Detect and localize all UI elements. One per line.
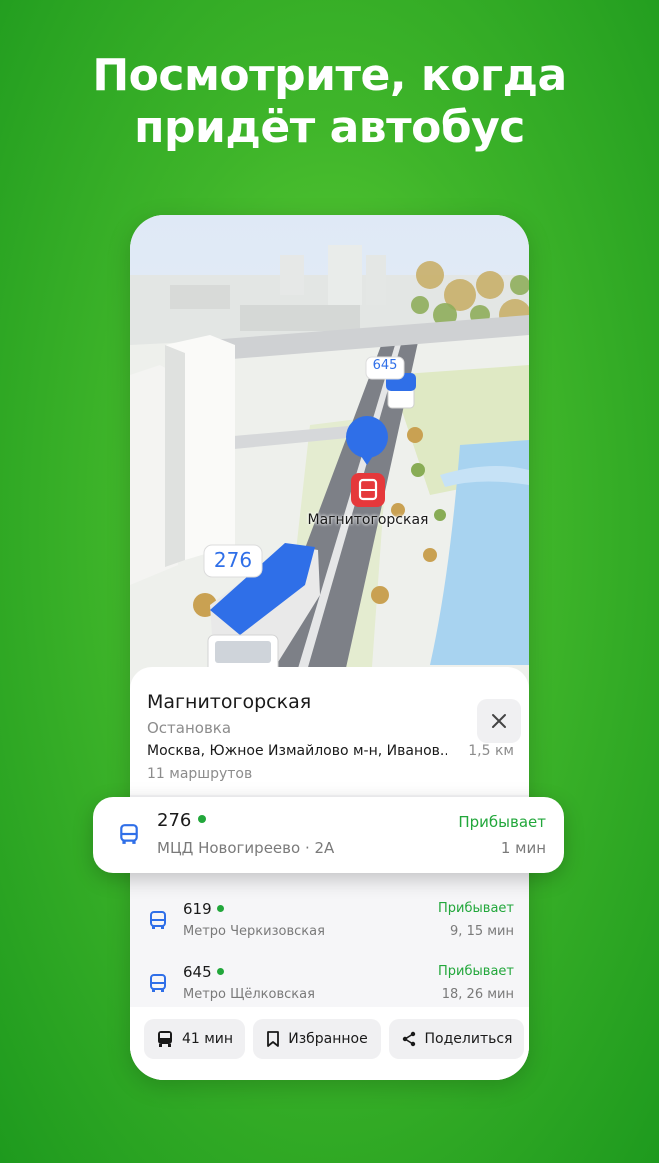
route-time: 1 мин [500, 839, 546, 857]
bus-near-label: 276 [213, 548, 253, 572]
stop-type: Остановка [147, 719, 232, 737]
live-dot [216, 905, 224, 912]
map-view[interactable]: 645 276 Магнитогорская [130, 215, 529, 695]
close-icon [492, 714, 506, 728]
route-destination: Метро Черкизовская [183, 924, 325, 939]
share-button[interactable]: Поделиться [389, 1019, 524, 1059]
headline: Посмотрите, когда придёт автобус [0, 50, 659, 154]
stop-routes-count: 11 маршрутов [147, 766, 253, 782]
live-dot [198, 815, 207, 823]
map-stop-label: Магнитогорская [307, 512, 429, 528]
stop-address: Москва, Южное Измайлово м-н, Иванов... [147, 743, 447, 759]
favorite-label: Избранное [288, 1031, 368, 1047]
travel-time-label: 41 мин [181, 1031, 234, 1047]
map-canvas[interactable] [130, 215, 529, 695]
route-time: 18, 26 мин [441, 987, 514, 1002]
travel-time-button[interactable]: 41 мин [144, 1019, 245, 1059]
bus-icon [150, 974, 166, 992]
bus-far-label: 645 [372, 358, 398, 373]
phone-screen: 645 276 Магнитогорская Магнитогорская Ос… [130, 215, 529, 1080]
bookmark-icon [267, 1031, 280, 1047]
route-number: 619 [183, 900, 224, 918]
route-status: Прибывает [458, 813, 546, 831]
route-number: 645 [183, 963, 224, 981]
bus-icon [150, 911, 166, 929]
route-status: Прибывает [438, 901, 514, 916]
share-icon [402, 1031, 415, 1047]
route-status: Прибывает [438, 964, 514, 979]
bus-icon [120, 824, 138, 844]
route-destination: МЦД Новогиреево · 2А [157, 839, 335, 857]
highlighted-route-card[interactable]: 276 МЦД Новогиреево · 2А Прибывает 1 мин [93, 797, 564, 873]
route-number: 276 [157, 810, 207, 831]
live-dot [216, 968, 224, 975]
stop-distance: 1,5 км [468, 743, 514, 759]
list-item[interactable]: 645 Метро Щёлковская Прибывает 18, 26 ми… [130, 953, 529, 1013]
headline-line-1: Посмотрите, когда [92, 50, 567, 101]
route-destination: Метро Щёлковская [183, 987, 315, 1002]
action-bar: 41 мин Избранное Поделиться [130, 1007, 529, 1080]
headline-line-2: придёт автобус [134, 102, 525, 153]
close-button[interactable] [477, 699, 521, 743]
favorite-button[interactable]: Избранное [253, 1019, 381, 1059]
share-label: Поделиться [424, 1031, 513, 1047]
list-item[interactable]: 619 Метро Черкизовская Прибывает 9, 15 м… [130, 890, 529, 950]
route-time: 9, 15 мин [450, 924, 514, 939]
stop-title: Магнитогорская [147, 691, 312, 713]
bus-icon [157, 1031, 172, 1047]
